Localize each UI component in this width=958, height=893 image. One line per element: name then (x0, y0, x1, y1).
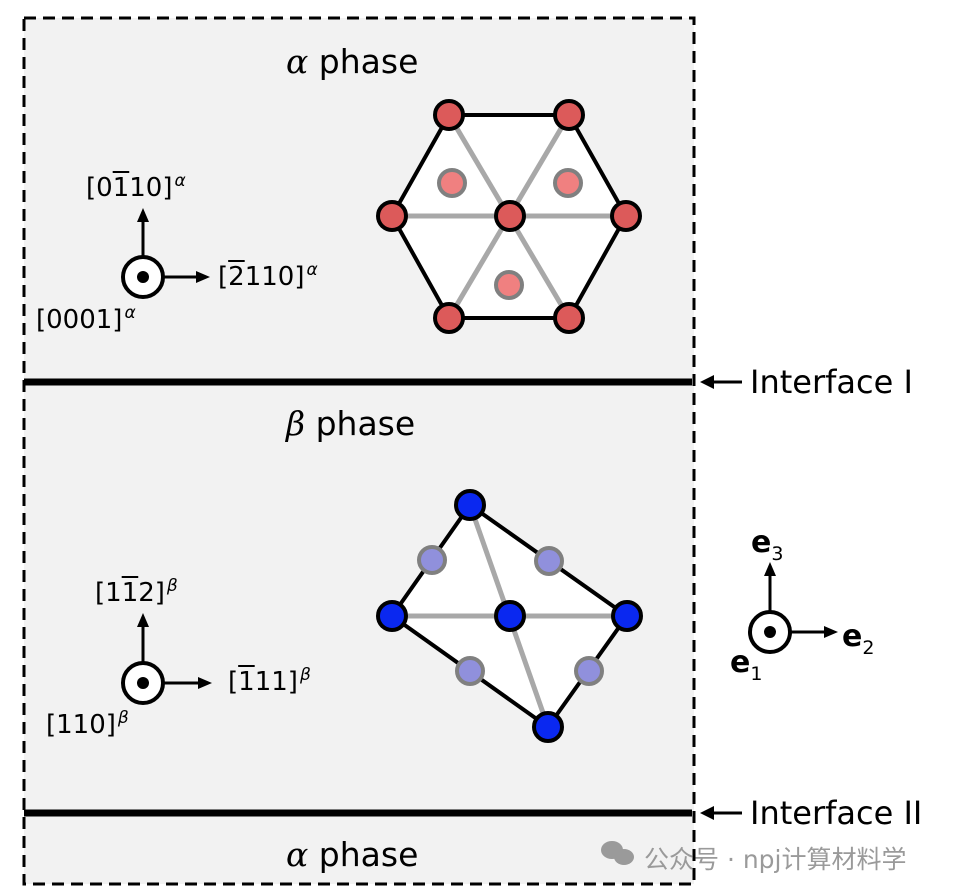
alpha-axis-right-label: [2110] α (218, 260, 318, 292)
beta-axis-right-label: [111] β (228, 665, 311, 697)
phase-label-beta: β phase (286, 404, 416, 443)
frame-axis-out-label: e1 (730, 645, 763, 685)
diagram-canvas (22, 16, 838, 886)
interface-label-1: Interface I (750, 363, 913, 401)
interface-arrow-2 (700, 806, 742, 820)
watermark: 公众号 · npj计算材料学 (644, 845, 907, 874)
alpha-axis-up-label: [0110] α (86, 171, 186, 203)
alpha-axis-out-label: [0001] α (36, 303, 136, 335)
frame-axis-right-label: e2 (842, 619, 875, 659)
frame-axis-up-label: e3 (751, 525, 784, 565)
interface-label-2: Interface II (750, 794, 923, 832)
interface-arrow-1 (700, 375, 742, 389)
phase-label-alpha-bottom: α phase (286, 835, 419, 874)
phase-label-alpha-top: α phase (286, 42, 419, 81)
beta-axis-up-label: [112] β (95, 576, 178, 608)
dashed-border (22, 16, 696, 886)
beta-axis-out-label: [110] β (46, 708, 129, 740)
frame-axes-icon (748, 562, 838, 654)
